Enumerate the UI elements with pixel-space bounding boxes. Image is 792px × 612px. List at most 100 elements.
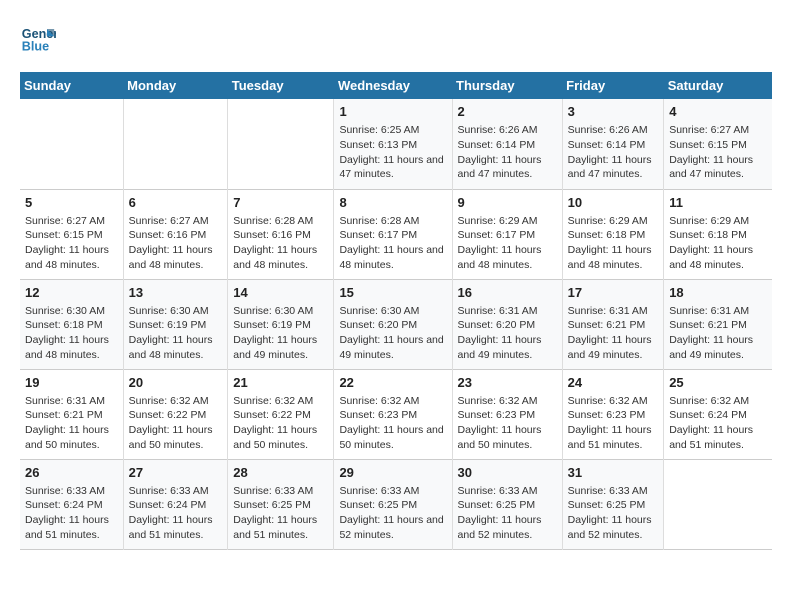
calendar-cell: 7Sunrise: 6:28 AMSunset: 6:16 PMDaylight… <box>228 189 334 279</box>
day-number: 25 <box>669 374 767 392</box>
daylight-text: Daylight: 11 hours and 51 minutes. <box>129 513 223 542</box>
week-row-4: 19Sunrise: 6:31 AMSunset: 6:21 PMDayligh… <box>20 369 772 459</box>
daylight-text: Daylight: 11 hours and 48 minutes. <box>25 333 118 362</box>
calendar-cell: 15Sunrise: 6:30 AMSunset: 6:20 PMDayligh… <box>334 279 452 369</box>
day-number: 18 <box>669 284 767 302</box>
day-number: 6 <box>129 194 223 212</box>
day-number: 21 <box>233 374 328 392</box>
daylight-text: Daylight: 11 hours and 47 minutes. <box>458 153 557 182</box>
calendar-cell: 9Sunrise: 6:29 AMSunset: 6:17 PMDaylight… <box>452 189 562 279</box>
calendar-cell: 16 Sunrise: 6:31 AMSunset: 6:20 PMDayligh… <box>452 279 562 369</box>
daylight-text: Daylight: 11 hours and 51 minutes. <box>669 423 767 452</box>
daylight-text: Daylight: 11 hours and 47 minutes. <box>568 153 659 182</box>
calendar-cell: 2Sunrise: 6:26 AMSunset: 6:14 PMDaylight… <box>452 99 562 189</box>
calendar-cell: 28Sunrise: 6:33 AMSunset: 6:25 PMDayligh… <box>228 459 334 549</box>
sunrise-text: Sunrise: 6:31 AM <box>458 304 557 319</box>
sunset-text: Sunset: 6:25 PM <box>233 498 328 513</box>
sunset-text: Sunset: 6:16 PM <box>233 228 328 243</box>
day-number: 16 <box>458 284 557 302</box>
sunset-text: Sunset: 6:22 PM <box>233 408 328 423</box>
day-number: 5 <box>25 194 118 212</box>
sunrise-text: Sunrise: 6:31 AM <box>568 304 659 319</box>
sunrise-text: Sunrise: 6:25 AM <box>339 123 446 138</box>
sunset-text: Sunset: 6:24 PM <box>669 408 767 423</box>
sunrise-text: Sunrise: 6:27 AM <box>129 214 223 229</box>
calendar-cell: 13Sunrise: 6:30 AMSunset: 6:19 PMDayligh… <box>123 279 228 369</box>
sunrise-text: Sunrise: 6:30 AM <box>129 304 223 319</box>
sunset-text: Sunset: 6:17 PM <box>339 228 446 243</box>
calendar-cell: 6Sunrise: 6:27 AMSunset: 6:16 PMDaylight… <box>123 189 228 279</box>
sunrise-text: Sunrise: 6:33 AM <box>339 484 446 499</box>
sunrise-text: Sunrise: 6:29 AM <box>458 214 557 229</box>
day-number: 27 <box>129 464 223 482</box>
day-number: 11 <box>669 194 767 212</box>
daylight-text: Daylight: 11 hours and 48 minutes. <box>568 243 659 272</box>
sunset-text: Sunset: 6:25 PM <box>339 498 446 513</box>
day-number: 9 <box>458 194 557 212</box>
day-number: 26 <box>25 464 118 482</box>
sunset-text: Sunset: 6:20 PM <box>458 318 557 333</box>
day-number: 23 <box>458 374 557 392</box>
calendar-cell: 18Sunrise: 6:31 AMSunset: 6:21 PMDayligh… <box>664 279 772 369</box>
daylight-text: Daylight: 11 hours and 47 minutes. <box>669 153 767 182</box>
sunset-text: Sunset: 6:15 PM <box>669 138 767 153</box>
sunset-text: Sunset: 6:19 PM <box>233 318 328 333</box>
calendar-cell: 1Sunrise: 6:25 AMSunset: 6:13 PMDaylight… <box>334 99 452 189</box>
sunset-text: Sunset: 6:15 PM <box>25 228 118 243</box>
calendar-cell: 4Sunrise: 6:27 AMSunset: 6:15 PMDaylight… <box>664 99 772 189</box>
daylight-text: Daylight: 11 hours and 49 minutes. <box>233 333 328 362</box>
sunrise-text: Sunrise: 6:26 AM <box>458 123 557 138</box>
calendar-cell: 22Sunrise: 6:32 AMSunset: 6:23 PMDayligh… <box>334 369 452 459</box>
sunset-text: Sunset: 6:23 PM <box>458 408 557 423</box>
sunrise-text: Sunrise: 6:27 AM <box>25 214 118 229</box>
calendar-cell: 29Sunrise: 6:33 AMSunset: 6:25 PMDayligh… <box>334 459 452 549</box>
sunrise-text: Sunrise: 6:28 AM <box>233 214 328 229</box>
day-number: 12 <box>25 284 118 302</box>
calendar-cell: 31Sunrise: 6:33 AMSunset: 6:25 PMDayligh… <box>562 459 664 549</box>
sunrise-text: Sunrise: 6:32 AM <box>458 394 557 409</box>
sunrise-text: Sunrise: 6:29 AM <box>568 214 659 229</box>
sunset-text: Sunset: 6:18 PM <box>25 318 118 333</box>
calendar-cell <box>20 99 123 189</box>
sunset-text: Sunset: 6:22 PM <box>129 408 223 423</box>
daylight-text: Daylight: 11 hours and 49 minutes. <box>458 333 557 362</box>
calendar-cell: 3Sunrise: 6:26 AMSunset: 6:14 PMDaylight… <box>562 99 664 189</box>
sunset-text: Sunset: 6:17 PM <box>458 228 557 243</box>
day-header-wednesday: Wednesday <box>334 72 452 99</box>
day-number: 7 <box>233 194 328 212</box>
day-number: 22 <box>339 374 446 392</box>
calendar-cell: 5Sunrise: 6:27 AMSunset: 6:15 PMDaylight… <box>20 189 123 279</box>
svg-text:Blue: Blue <box>22 40 49 54</box>
day-number: 1 <box>339 103 446 121</box>
calendar-cell: 20Sunrise: 6:32 AMSunset: 6:22 PMDayligh… <box>123 369 228 459</box>
sunrise-text: Sunrise: 6:33 AM <box>233 484 328 499</box>
daylight-text: Daylight: 11 hours and 50 minutes. <box>129 423 223 452</box>
sunrise-text: Sunrise: 6:32 AM <box>129 394 223 409</box>
sunrise-text: Sunrise: 6:32 AM <box>339 394 446 409</box>
week-row-3: 12Sunrise: 6:30 AMSunset: 6:18 PMDayligh… <box>20 279 772 369</box>
calendar-cell <box>123 99 228 189</box>
calendar-cell: 14 Sunrise: 6:30 AMSunset: 6:19 PMDayligh… <box>228 279 334 369</box>
daylight-text: Daylight: 11 hours and 48 minutes. <box>669 243 767 272</box>
day-number: 30 <box>458 464 557 482</box>
daylight-text: Daylight: 11 hours and 50 minutes. <box>25 423 118 452</box>
sunset-text: Sunset: 6:21 PM <box>568 318 659 333</box>
sunrise-text: Sunrise: 6:30 AM <box>25 304 118 319</box>
daylight-text: Daylight: 11 hours and 48 minutes. <box>339 243 446 272</box>
day-header-friday: Friday <box>562 72 664 99</box>
sunrise-text: Sunrise: 6:30 AM <box>339 304 446 319</box>
sunset-text: Sunset: 6:24 PM <box>129 498 223 513</box>
sunrise-text: Sunrise: 6:30 AM <box>233 304 328 319</box>
day-number: 31 <box>568 464 659 482</box>
sunset-text: Sunset: 6:13 PM <box>339 138 446 153</box>
calendar-cell: 12 Sunrise: 6:30 AMSunset: 6:18 PMDayligh… <box>20 279 123 369</box>
daylight-text: Daylight: 11 hours and 48 minutes. <box>129 243 223 272</box>
sunset-text: Sunset: 6:25 PM <box>568 498 659 513</box>
daylight-text: Daylight: 11 hours and 49 minutes. <box>568 333 659 362</box>
calendar-cell: 30Sunrise: 6:33 AMSunset: 6:25 PMDayligh… <box>452 459 562 549</box>
day-number: 14 <box>233 284 328 302</box>
calendar-cell: 19Sunrise: 6:31 AMSunset: 6:21 PMDayligh… <box>20 369 123 459</box>
day-number: 10 <box>568 194 659 212</box>
sunset-text: Sunset: 6:19 PM <box>129 318 223 333</box>
day-number: 24 <box>568 374 659 392</box>
